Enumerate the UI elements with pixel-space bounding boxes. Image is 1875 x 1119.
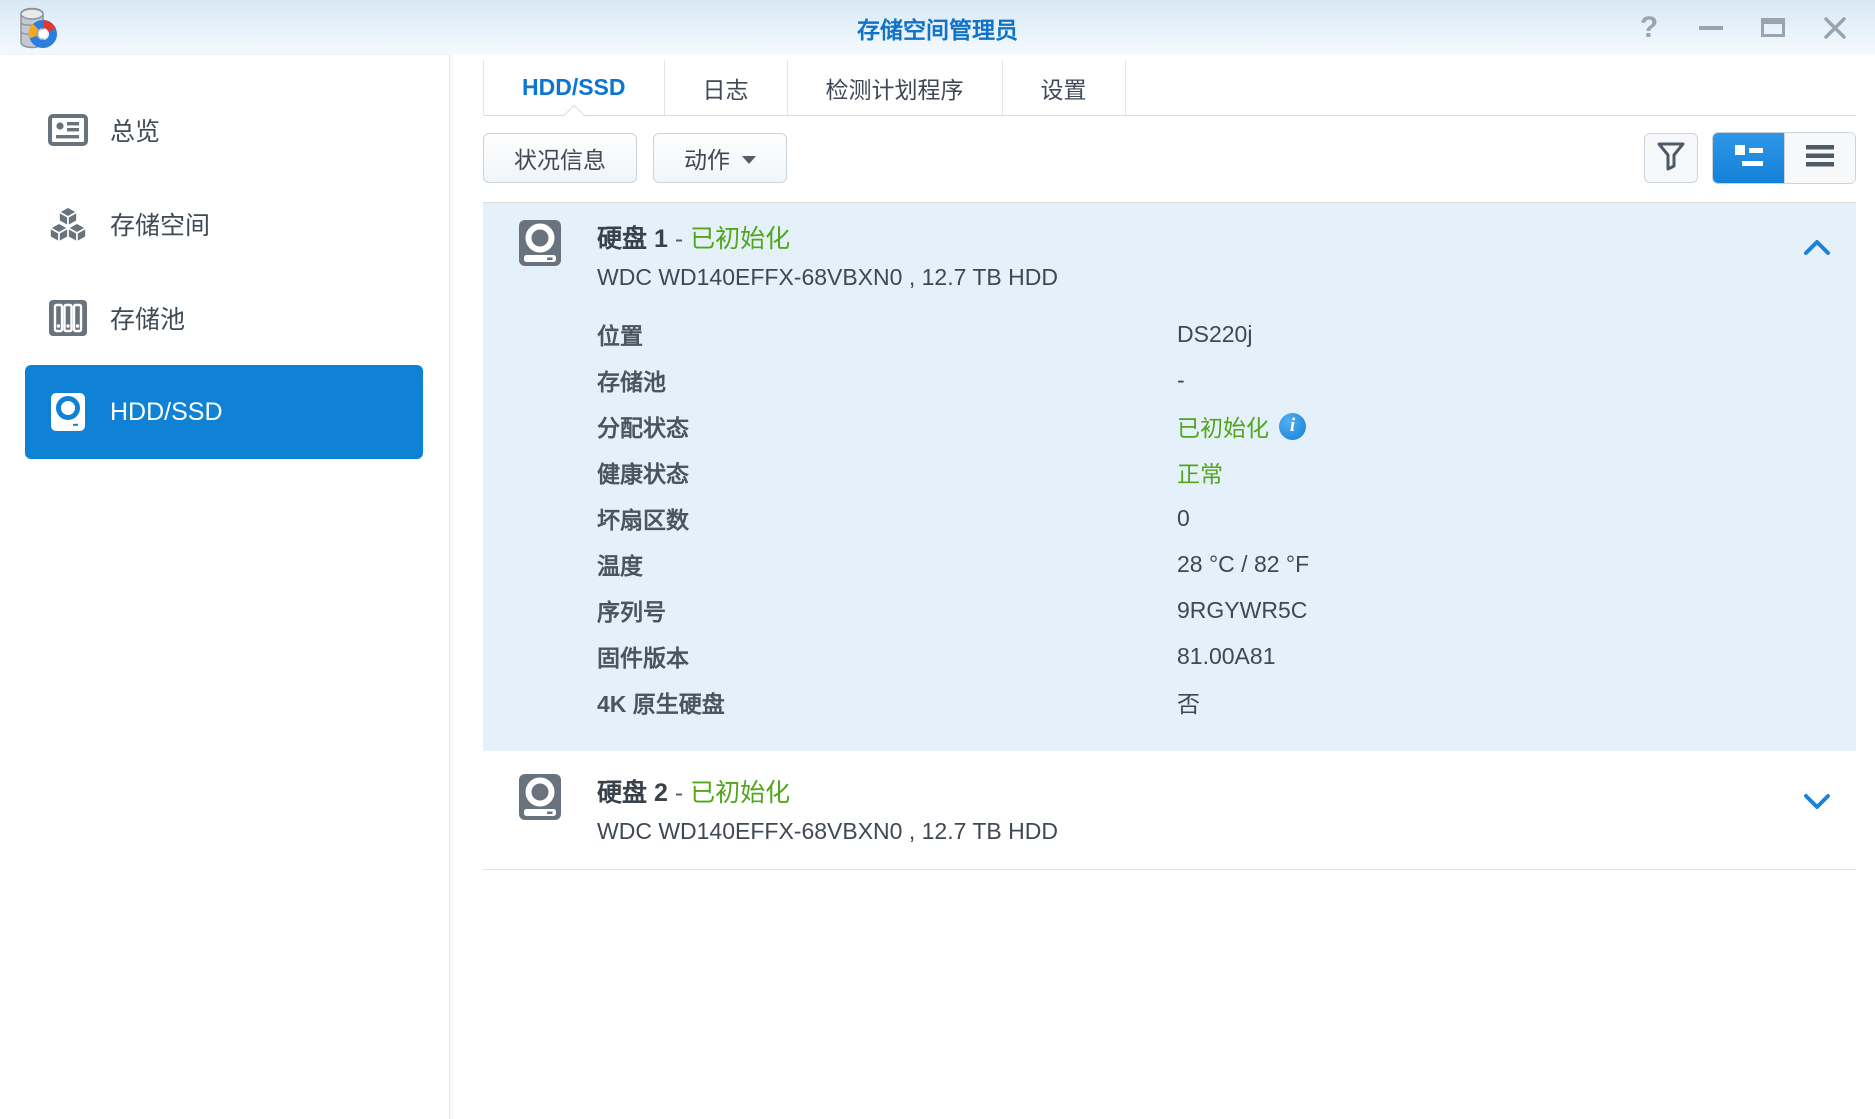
toolbar: 状况信息 动作 <box>483 116 1856 202</box>
disk-detail-row: 序列号 9RGYWR5C <box>597 587 1856 633</box>
tab-log[interactable]: 日志 <box>664 60 787 115</box>
disk-detail-row: 存储池 - <box>597 357 1856 403</box>
filter-icon <box>1655 141 1687 176</box>
help-icon[interactable]: ? <box>1635 14 1663 42</box>
sidebar-item-label: 存储池 <box>110 300 185 336</box>
tab-bar: HDD/SSD 日志 检测计划程序 设置 <box>483 60 1856 116</box>
disk-detail-row: 坏扇区数 0 <box>597 495 1856 541</box>
list-view-button[interactable] <box>1713 133 1784 183</box>
filter-button[interactable] <box>1644 133 1698 183</box>
detail-value: 9RGYWR5C <box>1177 597 1856 624</box>
list-view-icon <box>1732 143 1766 174</box>
detail-value: 81.00A81 <box>1177 643 1856 670</box>
detail-value: - <box>1177 367 1856 394</box>
storage-pool-icon <box>48 298 88 338</box>
detail-label: 温度 <box>597 547 1177 581</box>
disk-model: WDC WD140EFFX-68VBXN0 , 12.7 TB HDD <box>597 264 1796 291</box>
disk-model: WDC WD140EFFX-68VBXN0 , 12.7 TB HDD <box>597 818 1796 845</box>
detail-label: 4K 原生硬盘 <box>597 685 1177 719</box>
sidebar-item-hdd-ssd[interactable]: HDD/SSD <box>25 365 423 459</box>
detail-value: 28 °C / 82 °F <box>1177 551 1856 578</box>
detail-value: 0 <box>1177 505 1856 532</box>
detail-value: 否 <box>1177 685 1856 719</box>
disk-details: 位置 DS220j 存储池 - 分配状态 已初始化i 健康状态 正常 坏扇区数 … <box>483 299 1856 725</box>
disk-name-separator: - <box>675 225 690 253</box>
hdd-disk-icon <box>518 219 562 272</box>
disk-header[interactable]: 硬盘 2 - 已初始化 WDC WD140EFFX-68VBXN0 , 12.7… <box>483 757 1856 853</box>
storage-space-icon <box>48 204 88 244</box>
action-button-label: 动作 <box>684 141 730 175</box>
action-dropdown-button[interactable]: 动作 <box>653 133 787 183</box>
tab-test-schedule[interactable]: 检测计划程序 <box>787 60 1002 115</box>
tab-label: 检测计划程序 <box>826 71 964 105</box>
detail-value: DS220j <box>1177 321 1856 348</box>
detail-label: 分配状态 <box>597 409 1177 443</box>
detail-value: 已初始化i <box>1177 409 1856 443</box>
disk-header[interactable]: 硬盘 1 - 已初始化 WDC WD140EFFX-68VBXN0 , 12.7… <box>483 203 1856 299</box>
disk-list: 硬盘 1 - 已初始化 WDC WD140EFFX-68VBXN0 , 12.7… <box>483 202 1856 870</box>
maximize-icon[interactable] <box>1759 14 1787 42</box>
disk-detail-row: 4K 原生硬盘 否 <box>597 679 1856 725</box>
detail-label: 坏扇区数 <box>597 501 1177 535</box>
disk-detail-row: 分配状态 已初始化i <box>597 403 1856 449</box>
disk-name: 硬盘 1 <box>597 225 668 253</box>
disk-detail-row: 位置 DS220j <box>597 311 1856 357</box>
compact-view-button[interactable] <box>1784 133 1855 183</box>
detail-label: 位置 <box>597 317 1177 351</box>
disk-name-separator: - <box>675 779 690 807</box>
page-title: 存储空间管理员 <box>0 11 1875 45</box>
disk-detail-row: 固件版本 81.00A81 <box>597 633 1856 679</box>
sidebar-item-storage-pool[interactable]: 存储池 <box>25 271 423 365</box>
tab-hdd-ssd[interactable]: HDD/SSD <box>483 60 664 115</box>
minimize-icon[interactable] <box>1697 14 1725 42</box>
tab-settings[interactable]: 设置 <box>1002 60 1126 115</box>
status-info-button-label: 状况信息 <box>514 141 606 175</box>
view-switcher <box>1712 132 1856 184</box>
overview-icon <box>48 110 88 150</box>
detail-label: 序列号 <box>597 593 1177 627</box>
sidebar-item-overview[interactable]: 总览 <box>25 83 423 177</box>
disk-status-badge: 已初始化 <box>690 779 790 807</box>
disk-card-1: 硬盘 1 - 已初始化 WDC WD140EFFX-68VBXN0 , 12.7… <box>483 203 1856 751</box>
sidebar-item-label: 总览 <box>110 112 160 148</box>
info-icon[interactable]: i <box>1279 413 1306 440</box>
tab-label: HDD/SSD <box>522 74 626 101</box>
sidebar-item-storage-space[interactable]: 存储空间 <box>25 177 423 271</box>
close-icon[interactable] <box>1821 14 1849 42</box>
detail-label: 固件版本 <box>597 639 1177 673</box>
sidebar-item-label: HDD/SSD <box>110 398 223 427</box>
detail-label: 健康状态 <box>597 455 1177 489</box>
disk-status-badge: 已初始化 <box>690 225 790 253</box>
disk-name: 硬盘 2 <box>597 779 668 807</box>
detail-label: 存储池 <box>597 363 1177 397</box>
tab-label: 设置 <box>1041 71 1087 105</box>
content-area: HDD/SSD 日志 检测计划程序 设置 状况信息 动作 <box>450 55 1875 1119</box>
sidebar-item-label: 存储空间 <box>110 206 210 242</box>
toolbar-right-group <box>1644 132 1856 184</box>
window-controls: ? <box>1635 0 1849 55</box>
compact-view-icon <box>1805 143 1835 174</box>
disk-detail-row: 健康状态 正常 <box>597 449 1856 495</box>
chevron-up-icon[interactable] <box>1800 237 1834 264</box>
tab-label: 日志 <box>703 71 749 105</box>
caret-down-icon <box>742 156 756 164</box>
chevron-down-icon[interactable] <box>1800 791 1834 818</box>
disk-card-2: 硬盘 2 - 已初始化 WDC WD140EFFX-68VBXN0 , 12.7… <box>483 757 1856 870</box>
storage-manager-app-icon <box>14 5 60 51</box>
disk-detail-row: 温度 28 °C / 82 °F <box>597 541 1856 587</box>
hdd-disk-icon <box>518 773 562 826</box>
detail-value: 正常 <box>1177 455 1856 489</box>
hdd-icon <box>48 392 88 432</box>
status-info-button[interactable]: 状况信息 <box>483 133 637 183</box>
sidebar: 总览 存储空间 存储池 H <box>0 55 450 1119</box>
titlebar: 存储空间管理员 ? <box>0 0 1875 55</box>
